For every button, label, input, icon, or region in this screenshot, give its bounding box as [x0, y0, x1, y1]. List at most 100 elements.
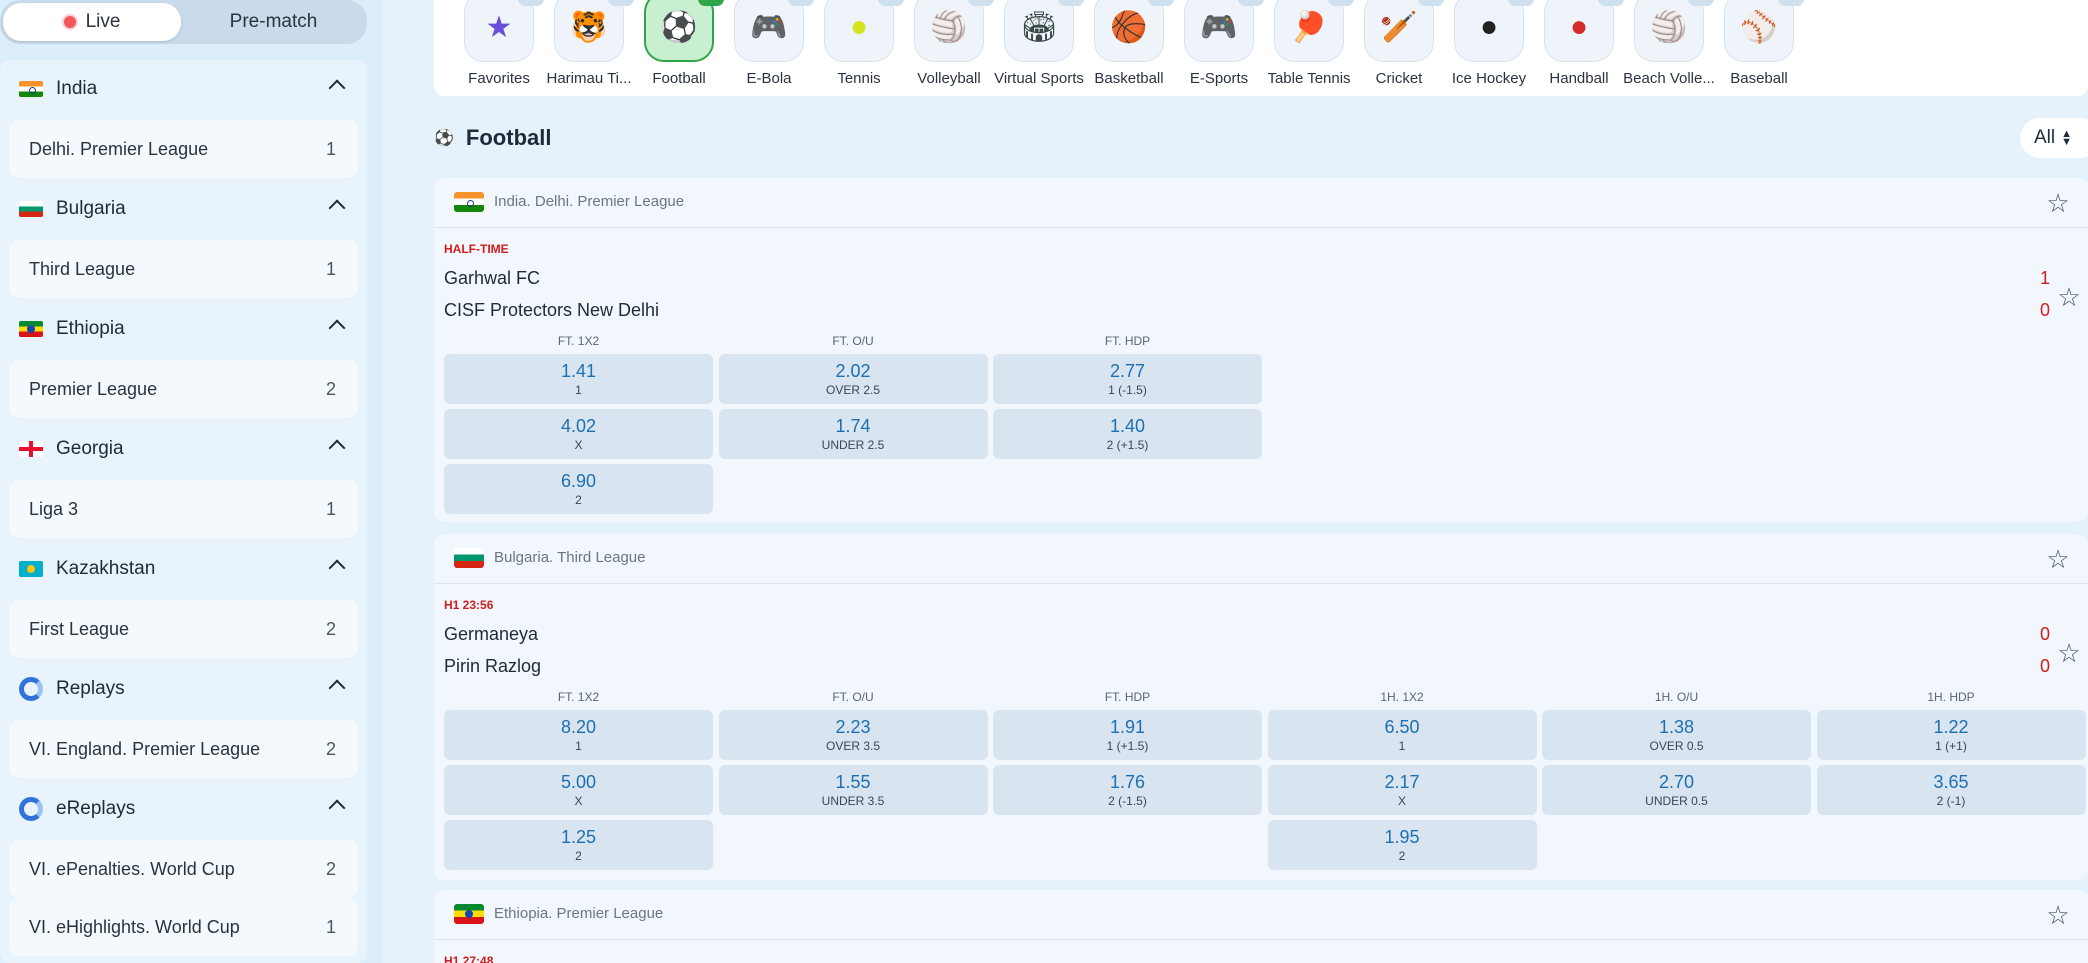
away-team-name[interactable]: CISF Protectors New Delhi: [444, 300, 659, 321]
sport-tab-football[interactable]: ⚽ Football: [634, 0, 724, 96]
odds-button[interactable]: 6.50 1: [1267, 710, 1537, 760]
favorite-league-star-icon[interactable]: ☆: [2045, 190, 2071, 216]
hockey-puck-icon: ●: [1454, 0, 1524, 62]
favorite-league-star-icon[interactable]: ☆: [2045, 546, 2071, 572]
odds-button[interactable]: 3.65 2 (-1): [1816, 765, 2086, 815]
chevron-up-icon[interactable]: [328, 199, 346, 217]
odds-button[interactable]: 2.17 X: [1267, 765, 1537, 815]
away-score: 0: [2040, 656, 2051, 676]
favorite-league-star-icon[interactable]: ☆: [2045, 902, 2071, 928]
country-header[interactable]: Kazakhstan: [0, 540, 367, 598]
sport-tab-star[interactable]: ★ Favorites: [454, 0, 544, 96]
sport-tab-stadium[interactable]: 🏟 Virtual Sports: [994, 0, 1084, 96]
live-tab-label: Live: [85, 11, 121, 32]
sport-label: Table Tennis: [1267, 70, 1351, 87]
favorite-match-star-icon[interactable]: ☆: [2056, 640, 2082, 666]
sport-tab-e-football[interactable]: 🎮 E-Bola: [724, 0, 814, 96]
baseball-glove-icon: ⚾: [1724, 0, 1794, 62]
market-header: 1H. HDP: [1927, 690, 1975, 704]
filter-select[interactable]: All ▲ ▼: [2020, 118, 2088, 158]
sidebar-league-item[interactable]: VI. ePenalties. World Cup 2: [9, 840, 358, 898]
sport-tab-handball[interactable]: ● Handball: [1534, 0, 1624, 96]
odds-button[interactable]: 1.91 1 (+1.5): [993, 710, 1262, 760]
odds-button[interactable]: 4.02 X: [444, 409, 713, 459]
sport-tab-beach-volleyball[interactable]: 🏐 Beach Volle...: [1623, 0, 1715, 96]
odds-button[interactable]: 1.25 2: [444, 820, 713, 870]
chevron-up-icon[interactable]: [328, 439, 346, 457]
league-name: VI. eHighlights. World Cup: [29, 917, 240, 937]
league-name: Premier League: [29, 379, 158, 399]
match-league-header: India. Delhi. Premier League ☆: [434, 178, 2088, 228]
odds-button[interactable]: 5.00 X: [444, 765, 713, 815]
home-team-name[interactable]: Germaneya: [444, 624, 538, 645]
odds-button[interactable]: 2.70 UNDER 0.5: [1542, 765, 1811, 815]
prematch-tab[interactable]: Pre-match: [183, 3, 364, 41]
sidebar-league-item[interactable]: Liga 3 1: [9, 480, 358, 538]
chevron-up-icon[interactable]: [328, 679, 346, 697]
odds-button[interactable]: 2.23 OVER 3.5: [718, 710, 988, 760]
chevron-up-icon[interactable]: [328, 319, 346, 337]
sport-tab-basketball[interactable]: 🏀 Basketball: [1084, 0, 1174, 96]
sport-tab-hockey-puck[interactable]: ● Ice Hockey: [1444, 0, 1534, 96]
country-name: Bulgaria: [56, 198, 126, 219]
sport-tab-table-tennis[interactable]: 🏓 Table Tennis: [1264, 0, 1354, 96]
odds-value: 1.22: [1933, 717, 1969, 737]
odds-button[interactable]: 8.20 1: [444, 710, 713, 760]
sport-tab-tiger[interactable]: 🐯 Harimau Ti...: [544, 0, 634, 96]
sidebar-league-item[interactable]: VI. eHighlights. World Cup 1: [9, 898, 358, 956]
sidebar-league-item[interactable]: Third League 1: [9, 240, 358, 298]
tiger-icon-glyph: 🐯: [570, 10, 608, 44]
country-header[interactable]: Replays: [0, 660, 367, 718]
away-team-name[interactable]: Pirin Razlog: [444, 656, 541, 677]
odds-button[interactable]: 2.02 OVER 2.5: [718, 354, 988, 404]
event-count-badge: [608, 0, 634, 6]
event-count-badge: [968, 0, 994, 6]
country-header[interactable]: eReplays: [0, 780, 367, 838]
away-score: 0: [2040, 300, 2051, 320]
chevron-up-icon[interactable]: [328, 559, 346, 577]
chevron-up-icon[interactable]: [328, 799, 346, 817]
odds-button[interactable]: 1.55 UNDER 3.5: [718, 765, 988, 815]
country-header[interactable]: Bulgaria: [0, 180, 367, 238]
sport-tab-gamepad[interactable]: 🎮 E-Sports: [1174, 0, 1264, 96]
country-header[interactable]: Georgia: [0, 420, 367, 478]
favorite-match-star-icon[interactable]: ☆: [2056, 284, 2082, 310]
sidebar-league-item[interactable]: First League 2: [9, 600, 358, 658]
event-count-badge: [698, 0, 724, 6]
odds-button[interactable]: 6.90 2: [444, 464, 713, 514]
odds-outcome: 2 (-1): [1936, 794, 1966, 808]
odds-button[interactable]: 1.40 2 (+1.5): [993, 409, 1262, 459]
odds-value: 1.25: [560, 827, 597, 847]
league-title: Bulgaria. Third League: [494, 549, 646, 566]
sport-tab-tennis-ball[interactable]: ● Tennis: [814, 0, 904, 96]
live-tab[interactable]: Live: [3, 3, 181, 41]
country-header[interactable]: India: [0, 60, 367, 118]
country-name: India: [56, 78, 98, 99]
odds-button[interactable]: 1.76 2 (-1.5): [993, 765, 1262, 815]
odds-outcome: 1: [575, 739, 582, 753]
replay-icon: [19, 677, 43, 701]
odds-button[interactable]: 1.22 1 (+1): [1816, 710, 2086, 760]
league-match-count: 2: [325, 619, 336, 639]
sidebar-league-item[interactable]: VI. England. Premier League 2: [9, 720, 358, 778]
live-prematch-toggle: Live Pre-match: [0, 0, 367, 44]
sidebar-league-item[interactable]: Delhi. Premier League 1: [9, 120, 358, 178]
odds-value: 2.17: [1384, 772, 1420, 792]
e-football-icon-glyph: 🎮: [750, 10, 788, 44]
country-header[interactable]: Ethiopia: [0, 300, 367, 358]
odds-button[interactable]: 1.41 1: [444, 354, 713, 404]
sport-tab-cricket[interactable]: 🏏 Cricket: [1354, 0, 1444, 96]
home-team-name[interactable]: Garhwal FC: [444, 268, 540, 289]
odds-button[interactable]: 2.77 1 (-1.5): [993, 354, 1262, 404]
odds-button[interactable]: 1.74 UNDER 2.5: [718, 409, 988, 459]
hockey-puck-icon-glyph: ●: [1479, 10, 1499, 43]
sidebar-league-item[interactable]: Premier League 2: [9, 360, 358, 418]
odds-button[interactable]: 1.95 2: [1267, 820, 1537, 870]
odds-button[interactable]: 1.38 OVER 0.5: [1542, 710, 1811, 760]
sport-tab-baseball-glove[interactable]: ⚾ Baseball: [1714, 0, 1804, 96]
odds-outcome: 1 (+1.5): [1106, 739, 1149, 753]
chevron-up-icon[interactable]: [328, 79, 346, 97]
gamepad-icon: 🎮: [1184, 0, 1254, 62]
sport-tab-volleyball[interactable]: 🏐 Volleyball: [904, 0, 994, 96]
league-name: Liga 3: [29, 499, 79, 519]
